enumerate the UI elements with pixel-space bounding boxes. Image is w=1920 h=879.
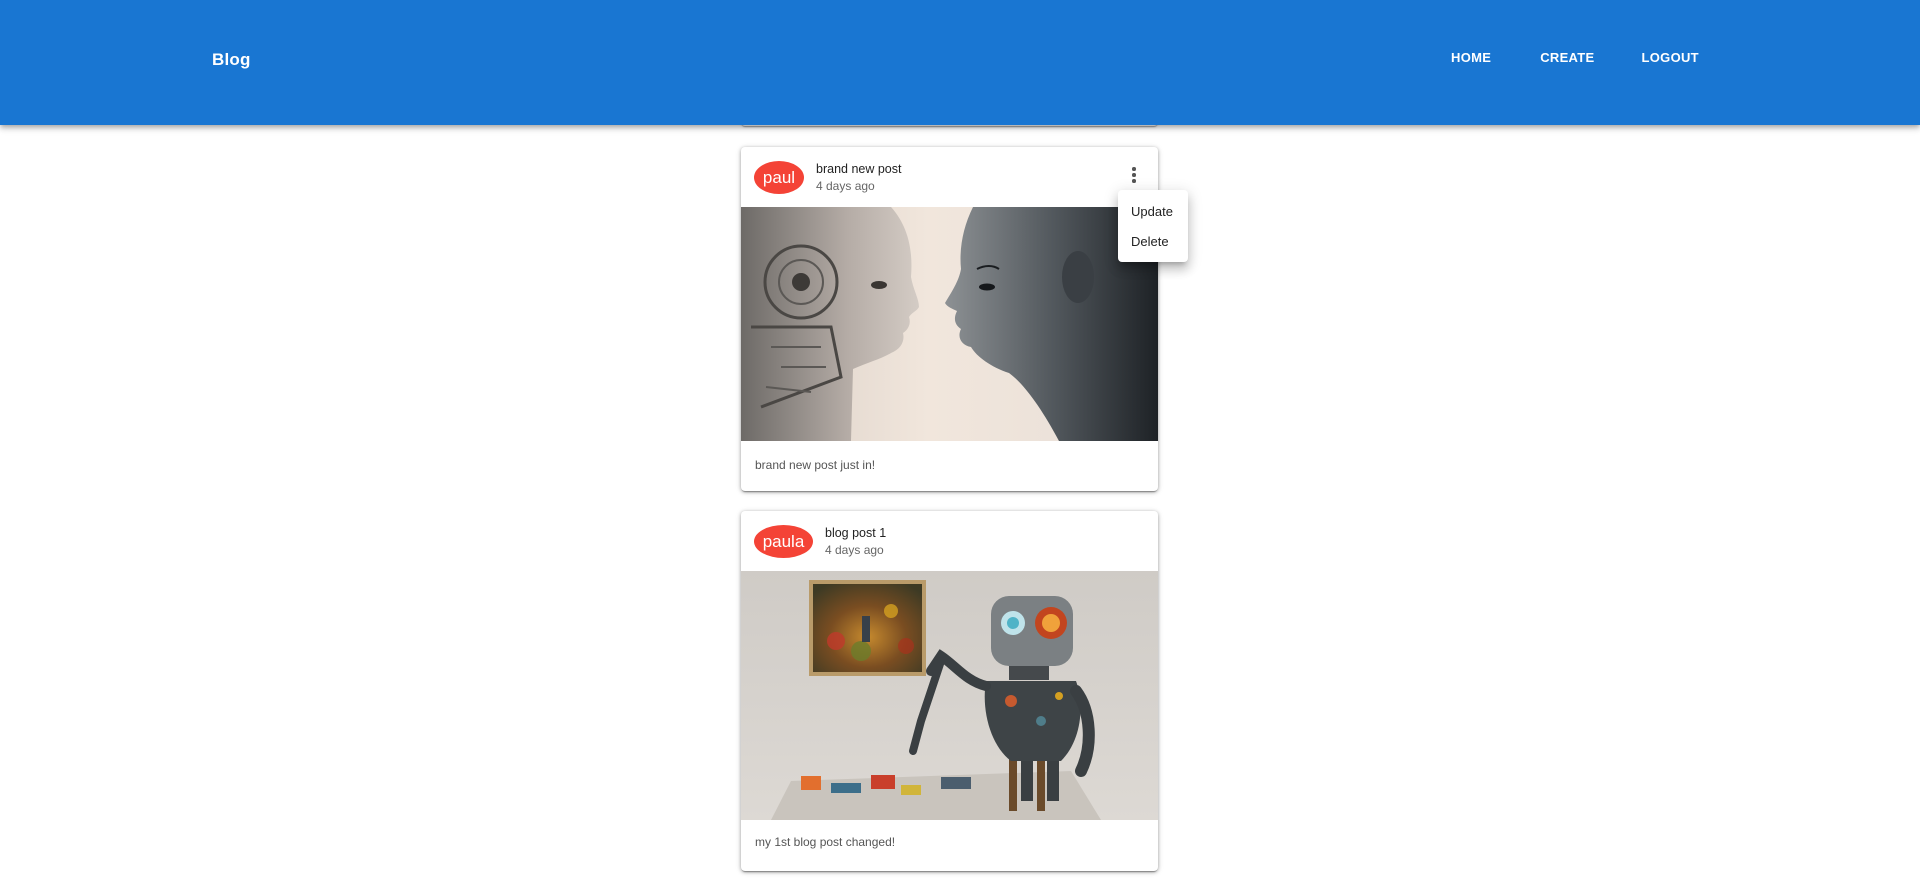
post-date: 4 days ago: [825, 543, 884, 557]
menu-item-update[interactable]: Update: [1118, 199, 1188, 229]
post-card: paul brand new post 4 days ago brand new…: [741, 147, 1158, 491]
post-body: brand new post just in!: [755, 458, 876, 472]
avatar: paul: [754, 161, 804, 194]
post-body: my 1st blog post changed!: [755, 835, 896, 849]
post-card-header: paula blog post 1 4 days ago: [741, 511, 1158, 571]
avatar: paula: [754, 525, 813, 558]
nav-logout-link[interactable]: LOGOUT: [1642, 50, 1699, 65]
robot-painting-image: [741, 571, 1158, 820]
more-options-button[interactable]: [1123, 164, 1145, 186]
nav-home-link[interactable]: HOME: [1451, 50, 1491, 65]
robot-human-face-image: [741, 207, 1158, 441]
post-options-menu: Update Delete: [1118, 190, 1188, 262]
more-vert-icon: [1132, 167, 1136, 171]
more-vert-icon-dot: [1132, 179, 1136, 183]
post-card: paula blog post 1 4 days ago my 1st blog…: [741, 511, 1158, 871]
post-image: [741, 571, 1158, 820]
nav-bar: HOME CREATE LOGOUT: [1451, 50, 1699, 65]
app-bar: Blog HOME CREATE LOGOUT: [0, 0, 1920, 125]
menu-item-delete[interactable]: Delete: [1118, 229, 1188, 259]
post-title: brand new post: [816, 162, 902, 176]
more-vert-icon-dot: [1132, 173, 1136, 177]
post-card-header: paul brand new post 4 days ago: [741, 147, 1158, 207]
post-title: blog post 1: [825, 526, 887, 540]
nav-create-link[interactable]: CREATE: [1540, 50, 1594, 65]
post-date: 4 days ago: [816, 179, 875, 193]
post-image: [741, 207, 1158, 441]
brand-title[interactable]: Blog: [212, 50, 251, 70]
